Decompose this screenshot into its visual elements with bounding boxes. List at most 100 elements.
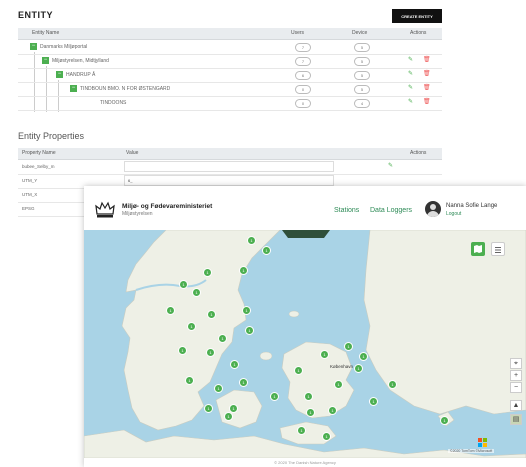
properties-table-header: Property Name Value Actions [18, 148, 442, 160]
station-marker[interactable]: 1 [294, 366, 303, 375]
users-count: 0 [295, 85, 311, 94]
station-marker[interactable]: 1 [166, 306, 175, 315]
station-marker[interactable]: 1 [224, 412, 233, 421]
device-count: 5 [354, 57, 370, 66]
station-marker[interactable]: 1 [369, 397, 378, 406]
nav-stations[interactable]: Stations [334, 207, 359, 214]
col-entity-name: Entity Name [32, 30, 60, 36]
station-marker[interactable]: 1 [440, 416, 449, 425]
compass-icon[interactable]: ▲ [510, 400, 522, 411]
station-marker[interactable]: 1 [207, 310, 216, 319]
station-marker[interactable]: 1 [242, 306, 251, 315]
brand-subtitle: Miljøstyrelsen [122, 211, 153, 217]
trash-icon[interactable]: 🗑 [423, 71, 431, 77]
station-marker[interactable]: 1 [204, 404, 213, 413]
station-marker[interactable]: 1 [354, 364, 363, 373]
map-view-button[interactable] [471, 242, 485, 256]
entity-table-header: Entity Name Users Device Actions [18, 28, 442, 40]
station-marker[interactable]: 1 [206, 348, 215, 357]
station-marker[interactable]: 1 [218, 334, 227, 343]
logout-link[interactable]: Logout [446, 211, 461, 217]
station-marker[interactable]: 1 [239, 266, 248, 275]
station-marker[interactable]: 1 [230, 360, 239, 369]
zoom-out-button[interactable]: − [510, 382, 522, 393]
col-actions: Actions [410, 150, 427, 156]
list-view-icon [495, 247, 501, 253]
station-marker[interactable]: 1 [187, 322, 196, 331]
entity-name: TINDBOUN BMO. N FOR ØSTENGARD [80, 86, 171, 92]
station-marker[interactable]: 1 [306, 408, 315, 417]
trash-icon[interactable]: 🗑 [423, 99, 431, 105]
station-marker[interactable]: 1 [270, 392, 279, 401]
property-value-input[interactable] [124, 161, 334, 172]
user-name: Nanna Sofie Lange [446, 203, 498, 209]
station-marker[interactable]: 1 [185, 376, 194, 385]
users-count: 0 [295, 99, 311, 108]
table-row[interactable]: TINDOONS 0 4 ✎ 🗑 [18, 96, 442, 111]
nav-data-loggers[interactable]: Data Loggers [370, 207, 412, 214]
map-view-icon [474, 245, 482, 253]
crown-icon [95, 201, 115, 218]
layers-icon[interactable]: ▤ [510, 414, 522, 425]
pencil-icon[interactable]: ✎ [388, 163, 394, 169]
station-marker[interactable]: 1 [203, 268, 212, 277]
table-row[interactable]: − HANDRUP Å 6 5 ✎ 🗑 [18, 68, 442, 83]
property-name: EPSG [22, 206, 35, 211]
station-marker[interactable]: 1 [328, 406, 337, 415]
property-name: UTM_X [22, 192, 38, 197]
footer: © 2020 The Danish Nature Agency [84, 458, 526, 467]
station-marker[interactable]: 1 [192, 288, 201, 297]
station-marker[interactable]: 1 [239, 378, 248, 387]
city-label: København [330, 364, 354, 369]
table-row[interactable]: − TINDBOUN BMO. N FOR ØSTENGARD 0 5 ✎ 🗑 [18, 82, 442, 97]
station-marker[interactable]: 1 [245, 326, 254, 335]
device-count: 5 [354, 85, 370, 94]
user-avatar-icon[interactable] [425, 201, 441, 217]
station-marker[interactable]: 1 [214, 384, 223, 393]
collapse-icon[interactable]: − [70, 85, 77, 92]
station-marker[interactable]: 1 [359, 352, 368, 361]
col-actions: Actions [410, 30, 427, 36]
map-canvas[interactable]: 111111111111111111111111111111111111 Køb… [84, 230, 526, 458]
device-count: 4 [354, 99, 370, 108]
station-marker[interactable]: 1 [344, 342, 353, 351]
station-marker[interactable]: 1 [320, 350, 329, 359]
list-view-button[interactable] [491, 242, 505, 256]
users-count: 7 [295, 57, 311, 66]
collapse-icon[interactable]: − [42, 57, 49, 64]
station-marker[interactable]: 1 [178, 346, 187, 355]
collapse-icon[interactable]: − [56, 71, 63, 78]
col-value: Value [126, 150, 139, 156]
entity-name: TINDOONS [100, 100, 127, 106]
pencil-icon[interactable]: ✎ [408, 99, 414, 105]
pencil-icon[interactable]: ✎ [408, 71, 414, 77]
station-marker[interactable]: 1 [247, 236, 256, 245]
entity-name: Miljøstyrelsen, Midtjylland [52, 58, 109, 64]
station-marker[interactable]: 1 [304, 392, 313, 401]
trash-icon[interactable]: 🗑 [423, 57, 431, 63]
denmark-map [84, 230, 526, 458]
trash-icon[interactable]: 🗑 [423, 85, 431, 91]
table-row[interactable]: − Miljøstyrelsen, Midtjylland 7 5 ✎ 🗑 [18, 54, 442, 69]
create-entity-button[interactable]: CREATE ENTITY [392, 9, 442, 23]
pencil-icon[interactable]: ✎ [408, 85, 414, 91]
station-marker[interactable]: 1 [322, 432, 331, 441]
device-count: 5 [354, 71, 370, 80]
station-marker[interactable]: 1 [297, 426, 306, 435]
collapse-icon[interactable]: − [30, 43, 37, 50]
col-device: Device [352, 30, 368, 36]
locate-icon[interactable]: ⌖ [510, 358, 522, 369]
app-header: Miljø- og Fødevareministeriet Miljøstyre… [84, 186, 526, 230]
property-name: bubee_Selby_m [22, 164, 55, 169]
station-marker[interactable]: 1 [334, 380, 343, 389]
col-users: Users [291, 30, 305, 36]
zoom-in-button[interactable]: + [510, 370, 522, 381]
pencil-icon[interactable]: ✎ [408, 57, 414, 63]
station-marker[interactable]: 1 [262, 246, 271, 255]
table-row[interactable]: − Danmarks Miljøportal 7 5 [18, 40, 442, 55]
property-value-input[interactable]: 6_ [124, 175, 334, 186]
station-marker[interactable]: 1 [388, 380, 397, 389]
property-name: UTM_Y [22, 178, 38, 183]
station-marker[interactable]: 1 [179, 280, 188, 289]
col-property-name: Property Name [22, 150, 56, 156]
